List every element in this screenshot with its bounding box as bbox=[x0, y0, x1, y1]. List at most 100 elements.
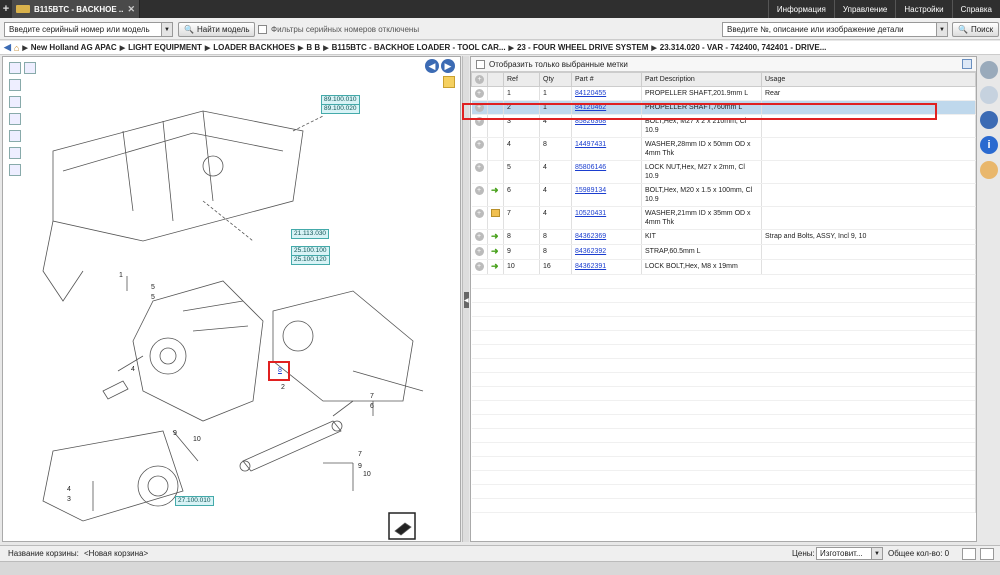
diagram-label[interactable]: 4 bbox=[131, 366, 135, 373]
table-row[interactable]: + ➜ 10 16 84362391 LOCK BOLT,Hex, M8 x 19mm bbox=[471, 259, 976, 275]
ref-callout[interactable]: 21.113.030 bbox=[291, 229, 330, 239]
diagram-label[interactable]: 1 bbox=[119, 272, 123, 279]
search-icon[interactable] bbox=[980, 61, 998, 79]
cell-part-link[interactable]: 84362391 bbox=[575, 263, 606, 270]
breadcrumb-item[interactable]: 23.314.020 - VAR - 742400, 742401 - DRIV… bbox=[660, 43, 827, 52]
diagram-label[interactable]: 10 bbox=[363, 471, 371, 478]
diagram-label[interactable]: 2 bbox=[281, 384, 285, 391]
menu-manage[interactable]: Управление bbox=[833, 0, 895, 18]
kit-box-icon[interactable] bbox=[491, 209, 500, 217]
cell-part-link[interactable]: 14497431 bbox=[575, 141, 606, 148]
add-to-basket-icon[interactable]: + bbox=[474, 89, 484, 98]
ref-callout[interactable]: 27.100.010 bbox=[175, 496, 214, 506]
chevron-down-icon[interactable]: ▼ bbox=[161, 23, 172, 36]
basket-view-icon[interactable] bbox=[962, 548, 976, 560]
breadcrumb-item[interactable]: LOADER BACKHOES bbox=[213, 43, 295, 52]
diagram-label[interactable]: 7 bbox=[370, 393, 374, 400]
breadcrumb-item[interactable]: New Holland AG APAC bbox=[31, 43, 117, 52]
diagram-label[interactable]: 3 bbox=[67, 496, 71, 503]
col-qty[interactable]: Qty bbox=[539, 72, 572, 87]
col-ref[interactable]: Ref bbox=[503, 72, 540, 87]
collapse-icon[interactable]: ◀ bbox=[464, 292, 469, 308]
price-select[interactable]: Изготовит... ▼ bbox=[816, 547, 883, 560]
cell-ref: 8 bbox=[507, 233, 511, 240]
home-icon[interactable]: ⌂ bbox=[14, 43, 19, 53]
diagram-label[interactable]: 4 bbox=[67, 486, 71, 493]
app-tab[interactable]: B115BTC - BACKHOE ... ✕ bbox=[12, 0, 140, 18]
info-icon[interactable]: i bbox=[980, 136, 998, 154]
diagram-label[interactable]: 5 bbox=[151, 294, 155, 301]
diagram-label[interactable]: 6 bbox=[370, 403, 374, 410]
columns-icon[interactable] bbox=[962, 59, 972, 69]
breadcrumb-item[interactable]: 23 - FOUR WHEEL DRIVE SYSTEM bbox=[517, 43, 648, 52]
table-row[interactable]: +5 4 85806146 LOCK NUT,Hex, M27 x 2mm, Cl 1… bbox=[471, 160, 976, 184]
table-row[interactable]: +1 1 84120455 PROPELLER SHAFT,201.9mm L Rear bbox=[471, 86, 976, 101]
substitute-arrow-icon[interactable]: ➜ bbox=[491, 231, 499, 241]
diagram-label-selected[interactable]: 8 bbox=[278, 367, 282, 374]
prev-page-icon[interactable] bbox=[9, 62, 21, 74]
show-selected-checkbox[interactable] bbox=[476, 59, 485, 69]
chevron-down-icon[interactable]: ▼ bbox=[871, 548, 882, 559]
table-row[interactable]: +7 4 10520431 WASHER,21mm ID x 35mm OD x 4m… bbox=[471, 206, 976, 230]
substitute-arrow-icon[interactable]: ➜ bbox=[491, 261, 499, 271]
cell-part-link[interactable]: 15989134 bbox=[575, 187, 606, 194]
substitute-arrow-icon[interactable]: ➜ bbox=[491, 246, 499, 256]
add-to-basket-icon[interactable]: + bbox=[474, 232, 484, 241]
add-to-basket-icon[interactable]: + bbox=[474, 186, 484, 195]
cell-part-link[interactable]: 84120455 bbox=[575, 90, 606, 97]
menu-settings[interactable]: Настройки bbox=[895, 0, 951, 18]
diagram-label[interactable]: 10 bbox=[193, 436, 201, 443]
diagram-label[interactable]: 9 bbox=[358, 463, 362, 470]
back-icon[interactable]: ◀ bbox=[4, 42, 11, 53]
add-to-basket-icon[interactable]: + bbox=[474, 209, 484, 218]
serial-model-input[interactable]: Введите серийный номер или модель ▼ bbox=[4, 22, 173, 37]
table-row[interactable]: + ➜ 8 8 84362369 KIT Strap and Bolts, ASSY, In… bbox=[471, 229, 976, 245]
basket-name[interactable]: <Новая корзина> bbox=[84, 549, 148, 558]
diagram-label[interactable]: 5 bbox=[151, 284, 155, 291]
zoom-in-icon[interactable] bbox=[9, 79, 21, 91]
menu-info[interactable]: Информация bbox=[767, 0, 834, 18]
cell-part-link[interactable]: 10520431 bbox=[575, 210, 606, 217]
part-search-input[interactable]: Введите №, описание или изображение дета… bbox=[722, 22, 948, 37]
add-to-basket-icon[interactable]: + bbox=[474, 247, 484, 256]
empty-row bbox=[471, 316, 976, 331]
add-to-basket-icon[interactable]: + bbox=[474, 163, 484, 172]
breadcrumb-item[interactable]: B115BTC - BACKHOE LOADER - TOOL CAR... bbox=[332, 43, 506, 52]
print-icon[interactable] bbox=[980, 548, 994, 560]
ref-callout[interactable]: 25.100.120 bbox=[291, 255, 330, 265]
globe-icon[interactable] bbox=[980, 111, 998, 129]
user-icon[interactable] bbox=[980, 161, 998, 179]
table-row[interactable]: +4 8 14497431 WASHER,28mm ID x 50mm OD x 4m… bbox=[471, 137, 976, 161]
breadcrumb-item[interactable]: B B bbox=[306, 43, 320, 52]
clear-icon[interactable] bbox=[9, 130, 21, 142]
table-row[interactable]: + ➜ 9 8 84362392 STRAP,60.5mm L bbox=[471, 244, 976, 260]
settings-icon[interactable] bbox=[980, 86, 998, 104]
close-tab-icon[interactable]: ✕ bbox=[127, 4, 135, 15]
add-to-basket-icon[interactable]: + bbox=[474, 262, 484, 271]
find-model-button[interactable]: 🔍 Найти модель bbox=[178, 22, 256, 37]
cell-part-link[interactable]: 85806146 bbox=[575, 164, 606, 171]
col-part[interactable]: Part # bbox=[571, 72, 642, 87]
col-usage[interactable]: Usage bbox=[761, 72, 976, 87]
email-icon[interactable] bbox=[9, 164, 21, 176]
substitute-arrow-icon[interactable]: ➜ bbox=[491, 185, 499, 195]
col-desc[interactable]: Part Description bbox=[641, 72, 762, 87]
cell-part-link[interactable]: 84362369 bbox=[575, 233, 606, 240]
expand-all-icon[interactable]: + bbox=[475, 75, 484, 84]
panel-splitter[interactable]: ◀ bbox=[462, 56, 469, 542]
print-icon[interactable] bbox=[9, 147, 21, 159]
chevron-down-icon[interactable]: ▼ bbox=[936, 23, 947, 36]
menu-help[interactable]: Справка bbox=[951, 0, 1000, 18]
ref-callout[interactable]: 89.100.020 bbox=[321, 104, 360, 114]
search-button[interactable]: 🔍 Поиск bbox=[952, 22, 1000, 37]
add-to-basket-icon[interactable]: + bbox=[474, 140, 484, 149]
table-row[interactable]: + ➜ 6 4 15989134 BOLT,Hex, M20 x 1.5 x 100mm,… bbox=[471, 183, 976, 207]
breadcrumb-item[interactable]: LIGHT EQUIPMENT bbox=[128, 43, 202, 52]
cell-part-link[interactable]: 84362392 bbox=[575, 248, 606, 255]
new-tab-button[interactable]: + bbox=[0, 0, 12, 18]
serial-filter-checkbox[interactable] bbox=[258, 25, 267, 34]
fit-icon[interactable] bbox=[9, 113, 21, 125]
zoom-out-icon[interactable] bbox=[9, 96, 21, 108]
diagram-label[interactable]: 9 bbox=[173, 430, 177, 437]
diagram-label[interactable]: 7 bbox=[358, 451, 362, 458]
